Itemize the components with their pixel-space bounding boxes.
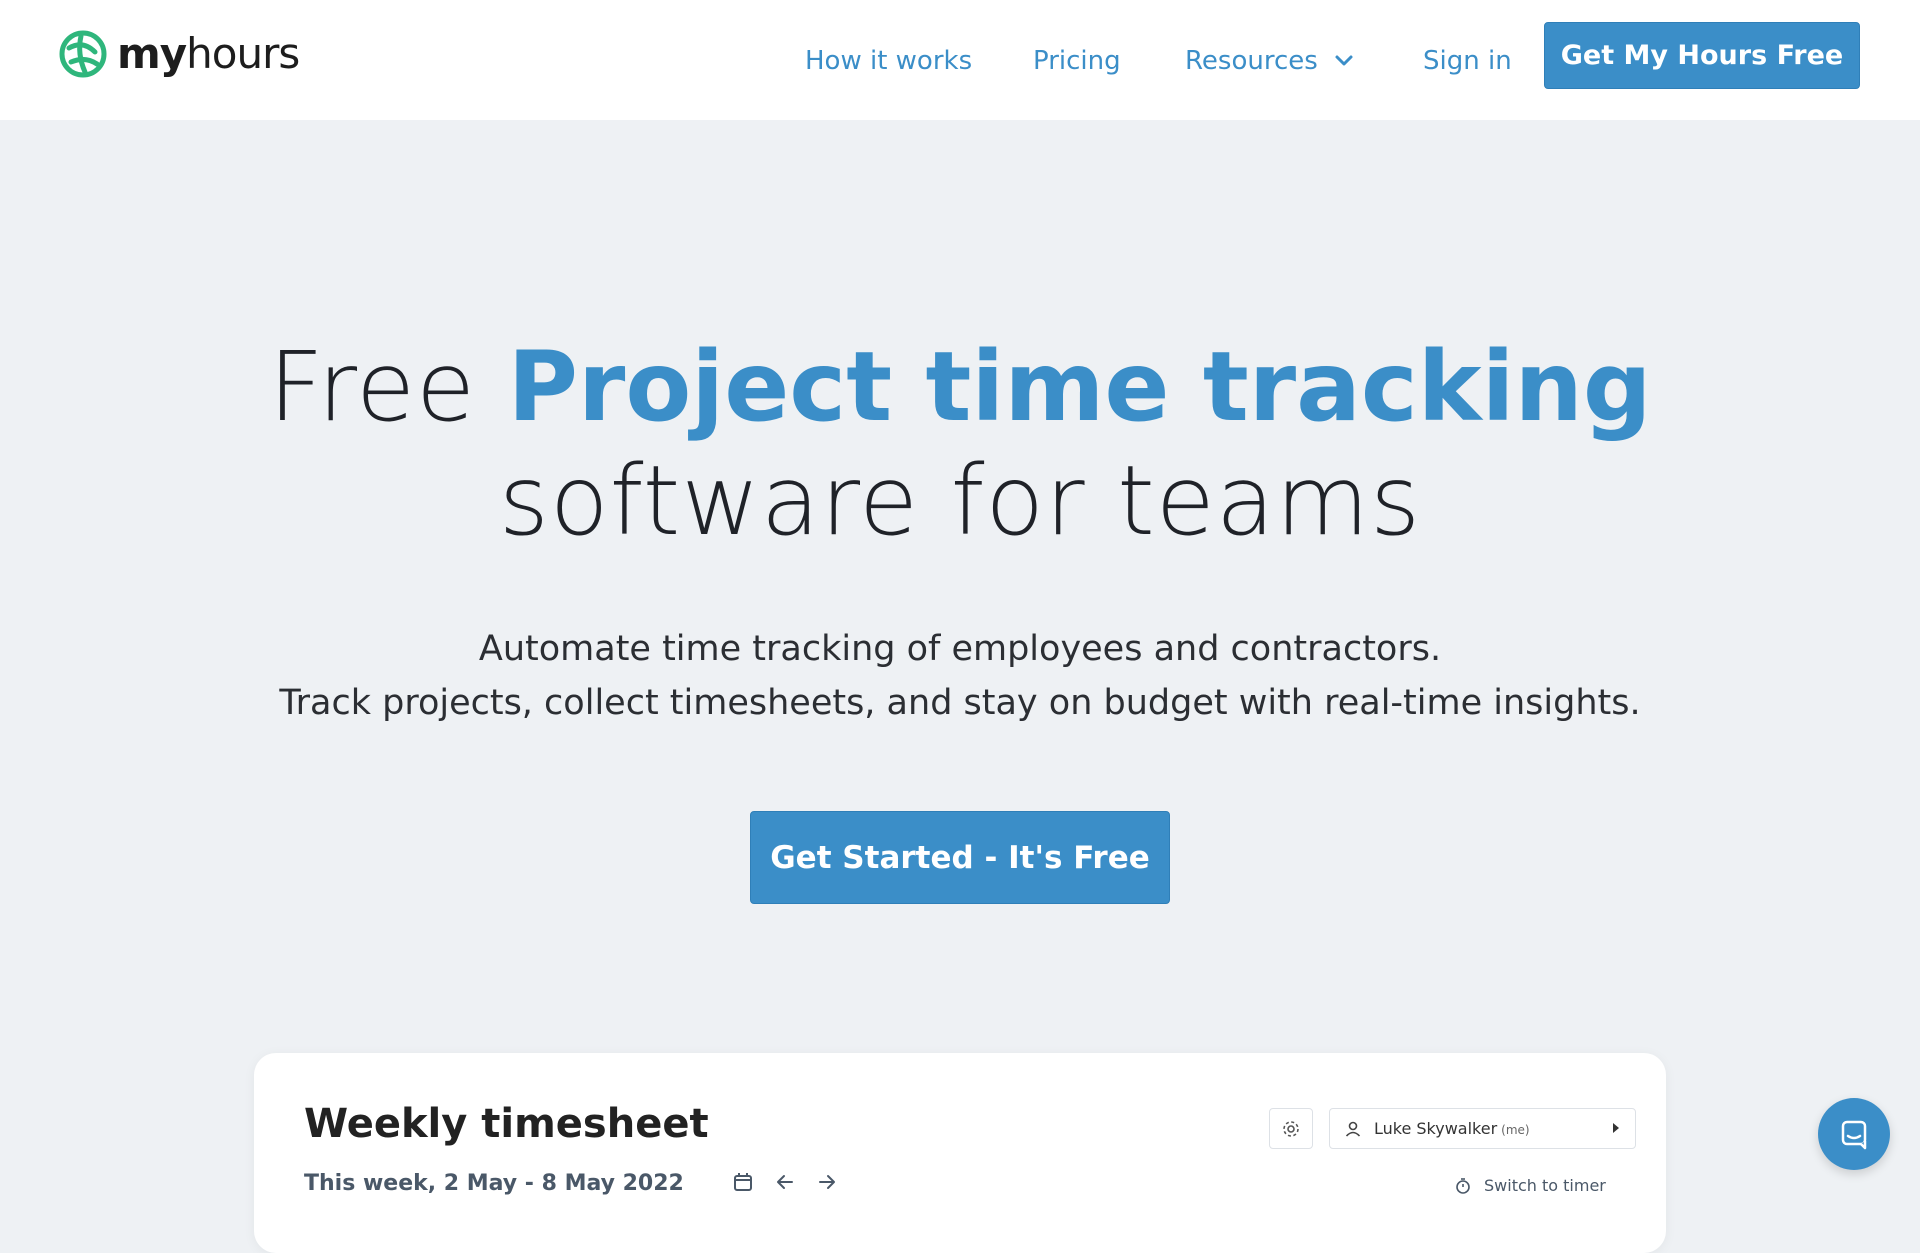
- hero-title-plain: Free: [268, 331, 477, 443]
- site-header: myhours How it works Pricing Resources S…: [0, 0, 1920, 120]
- chat-button[interactable]: [1818, 1098, 1890, 1170]
- nav-resources-label: Resources: [1185, 46, 1318, 76]
- stopwatch-icon: [1456, 1177, 1470, 1194]
- arrow-left-icon[interactable]: [774, 1171, 796, 1193]
- hero-title: Free Project time tracking software for …: [0, 330, 1920, 558]
- arrow-right-icon[interactable]: [816, 1171, 838, 1193]
- user-select-value: Luke Skywalker (me): [1374, 1119, 1530, 1138]
- user-name: Luke Skywalker: [1374, 1119, 1498, 1138]
- hero-subtitle-line2: Track projects, collect timesheets, and …: [279, 683, 1641, 723]
- hero-title-line2: software for teams: [498, 445, 1422, 557]
- user-select[interactable]: Luke Skywalker (me): [1329, 1108, 1636, 1149]
- switch-to-timer-label: Switch to timer: [1484, 1176, 1606, 1195]
- settings-button[interactable]: [1269, 1108, 1313, 1149]
- chat-icon: [1841, 1120, 1867, 1150]
- timesheet-preview: Weekly timesheet This week, 2 May - 8 Ma…: [254, 1053, 1666, 1253]
- switch-to-timer[interactable]: Switch to timer: [1454, 1176, 1606, 1195]
- nav-resources[interactable]: Resources: [1185, 40, 1354, 82]
- user-icon: [1345, 1121, 1361, 1137]
- timesheet-title: Weekly timesheet: [304, 1101, 709, 1147]
- week-label: This week, 2 May - 8 May 2022: [304, 1171, 684, 1196]
- myhours-logo-icon: [59, 30, 107, 78]
- nav-sign-in[interactable]: Sign in: [1423, 40, 1512, 82]
- get-my-hours-free-button[interactable]: Get My Hours Free: [1544, 22, 1860, 89]
- nav-pricing[interactable]: Pricing: [1033, 40, 1121, 82]
- hero-subtitle: Automate time tracking of employees and …: [0, 622, 1920, 730]
- hero-subtitle-line1: Automate time tracking of employees and …: [478, 629, 1442, 669]
- chevron-down-icon: [1335, 55, 1353, 66]
- myhours-logo[interactable]: myhours: [59, 28, 300, 80]
- gear-icon: [1283, 1120, 1299, 1137]
- user-suffix: (me): [1501, 1123, 1530, 1137]
- nav-how-it-works[interactable]: How it works: [805, 40, 972, 82]
- hero-title-accent: Project time tracking: [507, 331, 1652, 443]
- caret-right-icon: [1613, 1123, 1619, 1133]
- calendar-icon[interactable]: [732, 1171, 754, 1193]
- logo-wordmark: myhours: [117, 29, 300, 78]
- week-controls: [732, 1171, 838, 1193]
- get-started-button[interactable]: Get Started - It's Free: [750, 811, 1170, 904]
